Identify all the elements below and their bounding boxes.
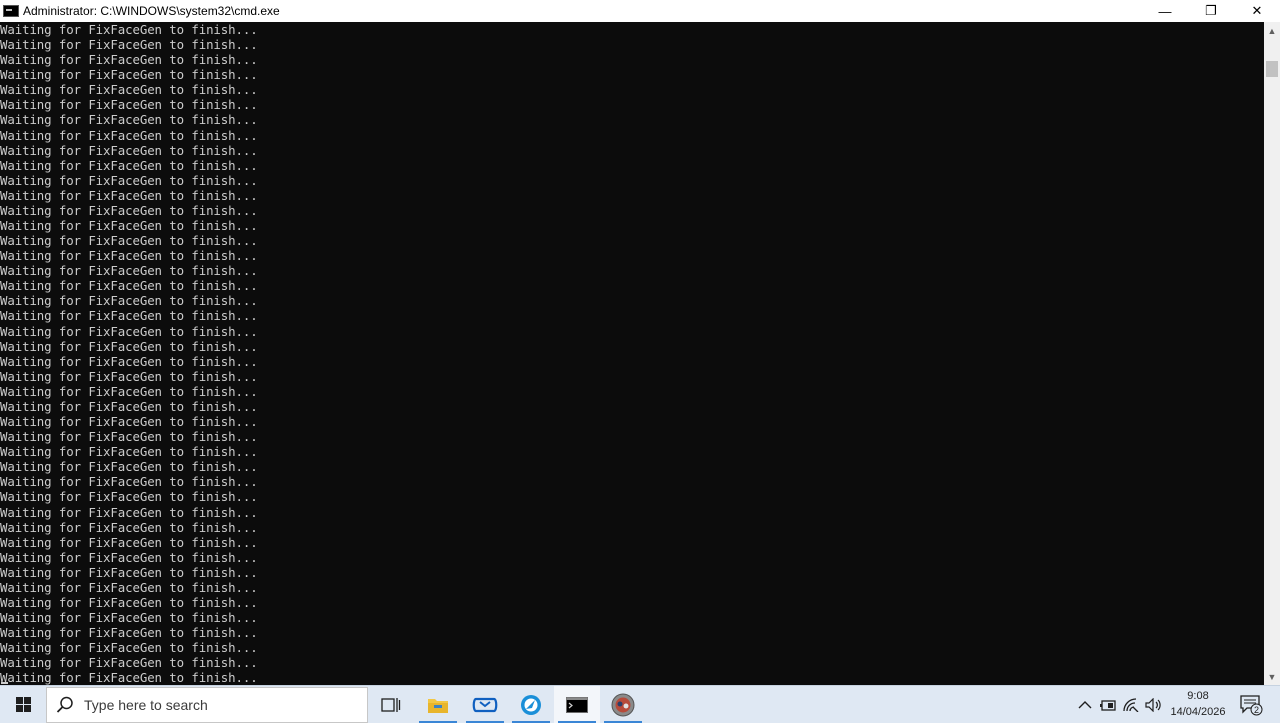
console-line: Waiting for FixFaceGen to finish...: [0, 549, 258, 565]
app-icon: [611, 693, 635, 716]
mail-button[interactable]: [462, 686, 508, 723]
clock[interactable]: 9:08 14/04/2026: [1167, 688, 1229, 720]
taskbar-search-box[interactable]: Type here to search: [46, 687, 368, 723]
console-line: Waiting for FixFaceGen to finish...: [0, 112, 258, 128]
console-line: Waiting for FixFaceGen to finish...: [0, 594, 258, 610]
file-explorer-button[interactable]: [415, 686, 461, 723]
scroll-down-button[interactable]: ▼: [1264, 668, 1280, 685]
task-view-icon: [381, 697, 401, 712]
text-cursor: [1, 682, 8, 684]
command-prompt-icon: [566, 696, 588, 713]
scrollbar-thumb[interactable]: [1266, 61, 1278, 77]
console-line: Waiting for FixFaceGen to finish...: [0, 474, 258, 490]
speaker-icon: [1145, 697, 1161, 712]
console-line: Waiting for FixFaceGen to finish...: [0, 444, 258, 460]
console-line: Waiting for FixFaceGen to finish...: [0, 368, 258, 384]
console-line: Waiting for FixFaceGen to finish...: [0, 383, 258, 399]
console-line: Waiting for FixFaceGen to finish...: [0, 218, 258, 234]
clock-date: 14/04/2026: [1170, 706, 1226, 718]
console-line: Waiting for FixFaceGen to finish...: [0, 233, 258, 249]
taskbar: Type here to search 9:08 14/04/2026 2: [0, 685, 1280, 723]
console-line: Waiting for FixFaceGen to finish...: [0, 157, 258, 173]
restore-icon: ❐: [1205, 3, 1217, 18]
close-icon: ✕: [1251, 3, 1263, 18]
minimize-button[interactable]: —: [1142, 0, 1188, 22]
console-line: Waiting for FixFaceGen to finish...: [0, 625, 258, 641]
file-explorer-icon: [428, 698, 448, 713]
start-button[interactable]: [0, 686, 46, 723]
console-output[interactable]: Waiting for FixFaceGen to finish... Waiti…: [0, 22, 1264, 685]
chevron-up-icon: ▲: [1267, 25, 1277, 36]
volume-button[interactable]: [1143, 686, 1165, 723]
command-prompt-button[interactable]: [554, 686, 600, 723]
show-hidden-icons-button[interactable]: [1074, 686, 1096, 723]
battery-button[interactable]: [1097, 686, 1119, 723]
console-line: Waiting for FixFaceGen to finish...: [0, 97, 258, 113]
console-line: Waiting for FixFaceGen to finish...: [0, 519, 258, 535]
browser-icon: [521, 694, 541, 715]
console-line: Waiting for FixFaceGen to finish...: [0, 610, 258, 626]
console-line: Waiting for FixFaceGen to finish...: [0, 67, 258, 83]
console-line: Waiting for FixFaceGen to finish...: [0, 172, 258, 188]
clock-time: 9:08: [1187, 690, 1209, 702]
title-bar[interactable]: Administrator: C:\WINDOWS\system32\cmd.e…: [0, 0, 1280, 22]
console-line: Waiting for FixFaceGen to finish...: [0, 655, 258, 671]
console-line: Waiting for FixFaceGen to finish...: [0, 414, 258, 430]
console-line: Waiting for FixFaceGen to finish...: [0, 37, 258, 53]
console-line: Waiting for FixFaceGen to finish...: [0, 534, 258, 550]
app-button[interactable]: [600, 686, 646, 723]
notification-count: 2: [1254, 705, 1259, 715]
console-line: Waiting for FixFaceGen to finish...: [0, 82, 258, 98]
console-line: Waiting for FixFaceGen to finish...: [0, 323, 258, 339]
console-line: Waiting for FixFaceGen to finish...: [0, 504, 258, 520]
vertical-scrollbar[interactable]: ▲ ▼: [1264, 22, 1280, 685]
console-line: Waiting for FixFaceGen to finish...: [0, 429, 258, 445]
battery-icon: [1100, 699, 1116, 711]
window-title: Administrator: C:\WINDOWS\system32\cmd.e…: [23, 4, 280, 18]
console-line: Waiting for FixFaceGen to finish...: [0, 293, 258, 309]
console-line: Waiting for FixFaceGen to finish...: [0, 670, 258, 685]
console-line: Waiting for FixFaceGen to finish...: [0, 459, 258, 475]
chevron-up-icon: [1078, 700, 1092, 708]
console-line: Waiting for FixFaceGen to finish...: [0, 263, 258, 279]
console-line: Waiting for FixFaceGen to finish...: [0, 640, 258, 656]
console-line: Waiting for FixFaceGen to finish...: [0, 22, 258, 37]
minimize-icon: —: [1158, 3, 1172, 19]
console-line: Waiting for FixFaceGen to finish...: [0, 52, 258, 68]
console-line: Waiting for FixFaceGen to finish...: [0, 127, 258, 143]
console-line: Waiting for FixFaceGen to finish...: [0, 353, 258, 369]
notifications-button[interactable]: 2: [1236, 686, 1266, 723]
restore-button[interactable]: ❐: [1188, 0, 1234, 22]
console-line: Waiting for FixFaceGen to finish...: [0, 187, 258, 203]
console-line: Waiting for FixFaceGen to finish...: [0, 202, 258, 218]
close-button[interactable]: ✕: [1234, 0, 1280, 22]
task-view-button[interactable]: [368, 686, 414, 723]
console-line: Waiting for FixFaceGen to finish...: [0, 579, 258, 595]
network-button[interactable]: [1120, 686, 1142, 723]
search-placeholder: Type here to search: [84, 697, 208, 713]
console-line: Waiting for FixFaceGen to finish...: [0, 489, 258, 505]
scroll-up-button[interactable]: ▲: [1264, 22, 1280, 39]
console-line: Waiting for FixFaceGen to finish...: [0, 248, 258, 264]
console-line: Waiting for FixFaceGen to finish...: [0, 564, 258, 580]
notification-icon: 2: [1240, 694, 1263, 715]
mail-icon: [472, 697, 498, 712]
browser-button[interactable]: [508, 686, 554, 723]
console-line: Waiting for FixFaceGen to finish...: [0, 278, 258, 294]
cmd-app-icon[interactable]: [3, 5, 19, 17]
console-line: Waiting for FixFaceGen to finish...: [0, 308, 258, 324]
wifi-icon: [1123, 697, 1139, 712]
console-line: Waiting for FixFaceGen to finish...: [0, 338, 258, 354]
chevron-down-icon: ▼: [1267, 671, 1277, 682]
windows-logo-icon: [15, 697, 31, 712]
search-icon: [56, 696, 73, 713]
console-line: Waiting for FixFaceGen to finish...: [0, 142, 258, 158]
console-line: Waiting for FixFaceGen to finish...: [0, 398, 258, 414]
